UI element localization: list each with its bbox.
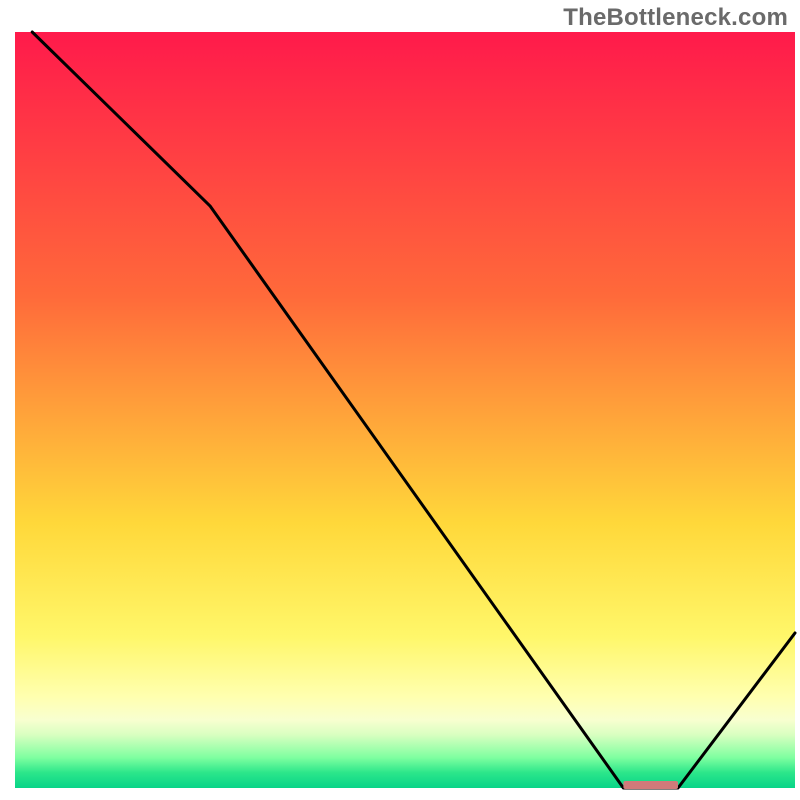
flat-segment-marker — [623, 781, 678, 789]
watermark-text: TheBottleneck.com — [563, 4, 788, 32]
chart-svg — [0, 0, 800, 800]
chart-frame: TheBottleneck.com — [0, 0, 800, 800]
plot-background — [15, 32, 795, 788]
